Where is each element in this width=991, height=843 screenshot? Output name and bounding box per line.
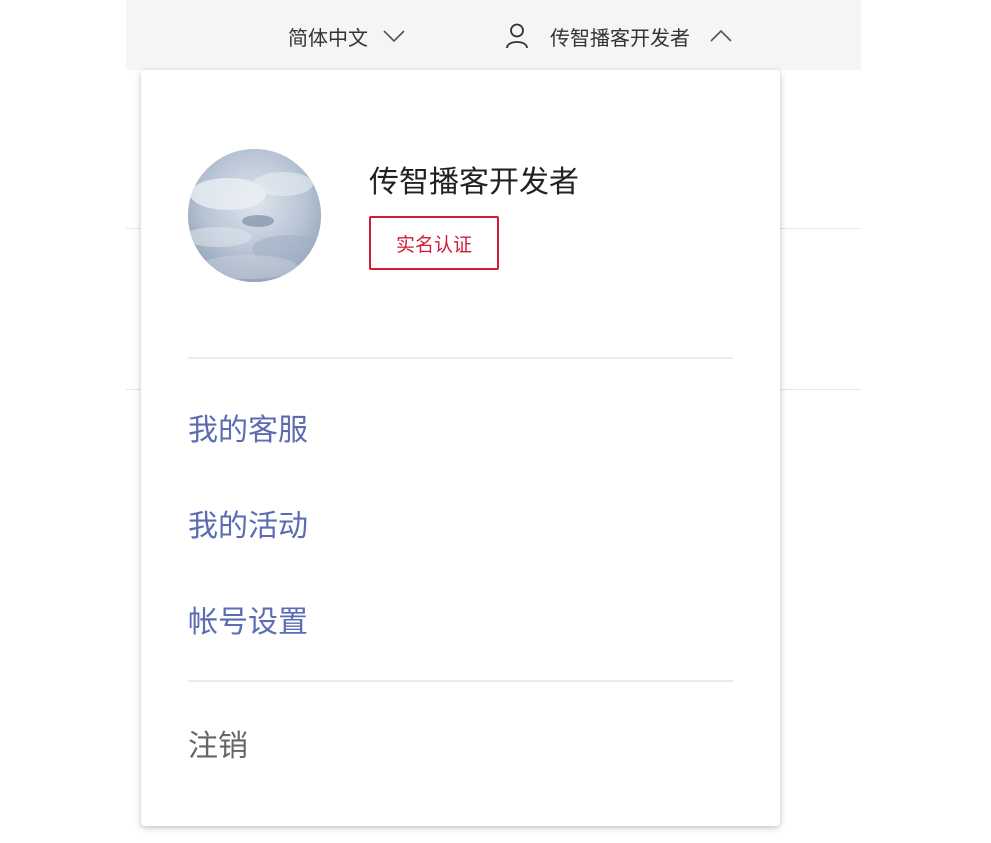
menu-item-account-settings[interactable]: 帐号设置 [188,597,308,641]
user-menu-toggle[interactable]: 传智播客开发者 [505,21,733,51]
menu-item-customer-service[interactable]: 我的客服 [188,405,308,449]
header-user-name: 传智播客开发者 [550,25,690,50]
logout-button[interactable]: 注销 [188,721,248,765]
menu-divider [188,680,733,682]
profile-name: 传智播客开发者 [369,165,579,200]
profile-section: 传智播客开发者 实名认证 [188,149,748,284]
chevron-up-icon [709,24,733,48]
real-name-verify-button[interactable]: 实名认证 [369,216,499,270]
menu-item-my-activities[interactable]: 我的活动 [188,501,308,545]
language-switch[interactable]: 简体中文 [288,21,406,51]
user-icon [505,23,529,49]
avatar[interactable] [188,149,321,282]
language-label: 简体中文 [288,25,368,50]
top-bar: 简体中文 传智播客开发者 [126,0,861,70]
chevron-down-icon [382,24,406,48]
menu-divider [188,357,733,359]
user-dropdown-menu: 传智播客开发者 实名认证 我的客服 我的活动 帐号设置 注销 [141,70,780,826]
avatar-image [188,149,321,282]
